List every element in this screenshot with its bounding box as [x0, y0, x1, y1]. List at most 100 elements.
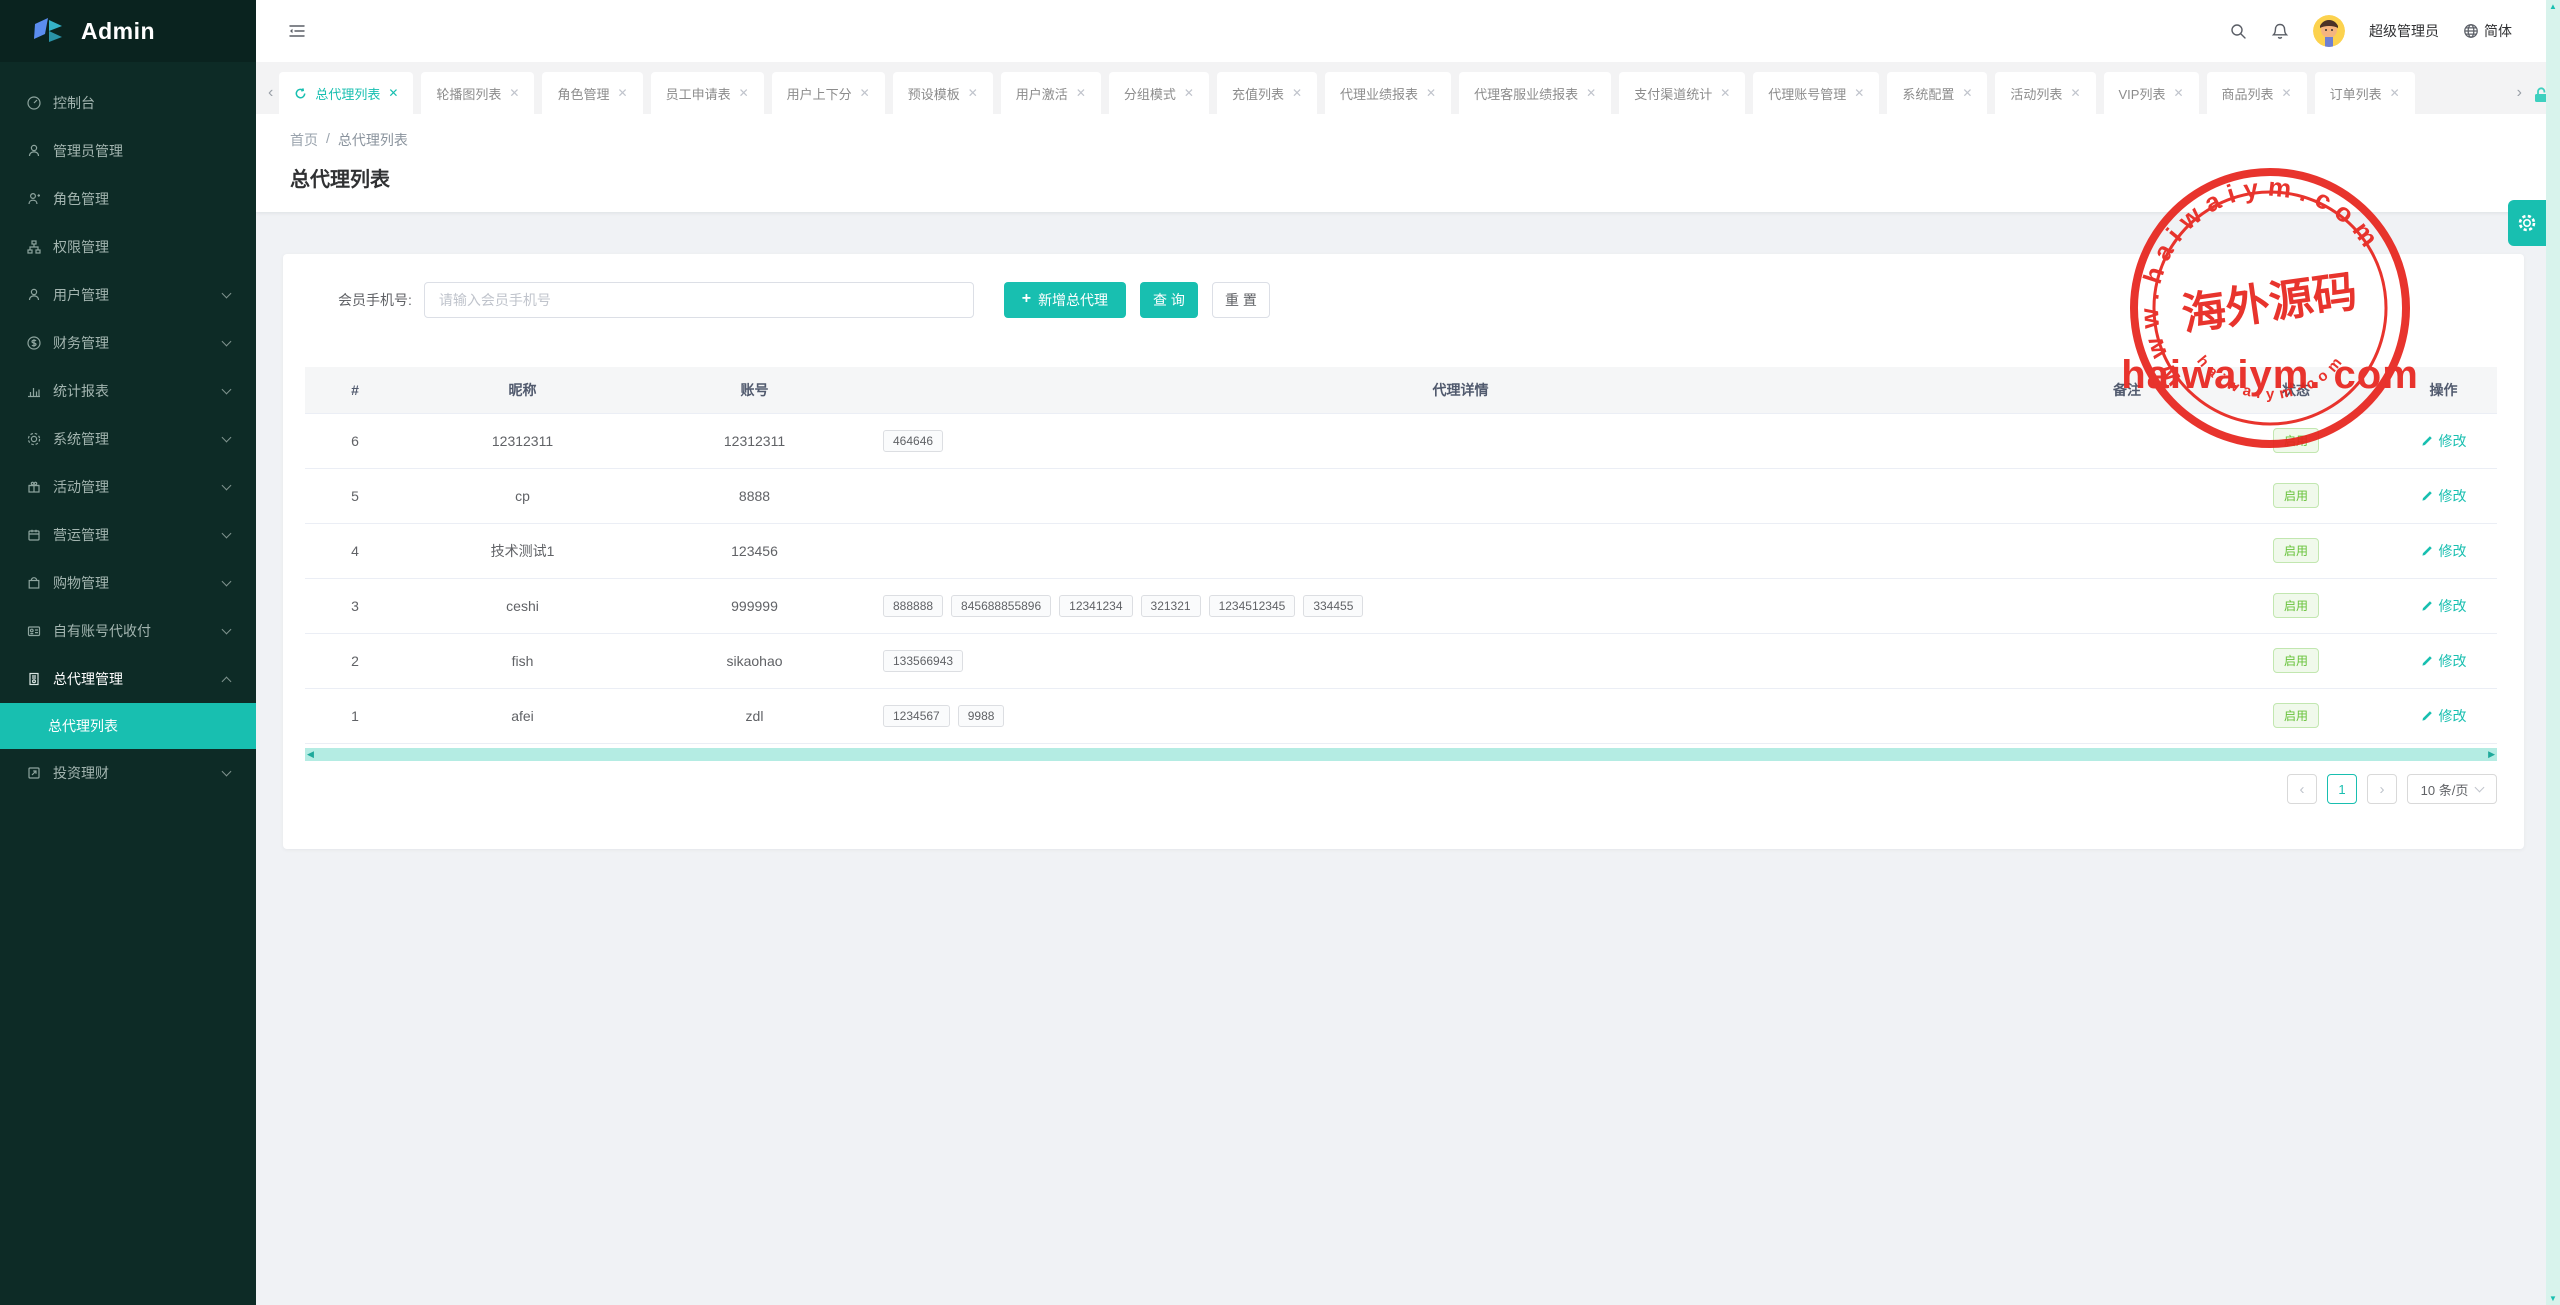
tab-agent-service-performance[interactable]: 代理客服业绩报表✕ — [1459, 72, 1611, 114]
language-switcher[interactable]: 简体 — [2463, 21, 2512, 41]
tab-user-activation[interactable]: 用户激活✕ — [1001, 72, 1101, 114]
sidebar-item-roles[interactable]: 角色管理 — [0, 175, 256, 223]
edit-button[interactable]: 修改 — [2421, 651, 2467, 671]
tab-user-updown[interactable]: 用户上下分✕ — [772, 72, 885, 114]
refresh-icon[interactable] — [294, 87, 307, 100]
close-icon[interactable]: ✕ — [1586, 86, 1596, 100]
sidebar: Admin 控制台 管理员管理 角色管理 权限管理 用户管理 财务管理 统计报表… — [0, 0, 256, 1305]
close-icon[interactable]: ✕ — [968, 86, 978, 100]
reset-button[interactable]: 重 置 — [1212, 282, 1270, 318]
search-icon[interactable] — [2229, 22, 2247, 40]
settings-fab[interactable] — [2508, 200, 2546, 246]
chevron-down-icon — [222, 767, 232, 777]
tab-vip-list[interactable]: VIP列表✕ — [2104, 72, 2199, 114]
sidebar-item-users[interactable]: 用户管理 — [0, 271, 256, 319]
edit-button[interactable]: 修改 — [2421, 431, 2467, 451]
sidebar-item-system[interactable]: 系统管理 — [0, 415, 256, 463]
edit-button[interactable]: 修改 — [2421, 541, 2467, 561]
edit-button[interactable]: 修改 — [2421, 596, 2467, 616]
menu-fold-icon[interactable] — [288, 22, 306, 40]
prev-page-button[interactable]: ‹ — [2287, 774, 2317, 804]
tab-activity-list[interactable]: 活动列表✕ — [1995, 72, 2095, 114]
sidebar-item-agent-management[interactable]: 总代理管理 — [0, 655, 256, 703]
agent-tag: 888888 — [883, 595, 943, 617]
bell-icon[interactable] — [2271, 22, 2289, 40]
scroll-left-icon[interactable]: ◀ — [307, 750, 314, 759]
pencil-icon — [2421, 709, 2434, 722]
edit-button[interactable]: 修改 — [2421, 706, 2467, 726]
next-page-button[interactable]: › — [2367, 774, 2397, 804]
chevron-down-icon — [222, 289, 232, 299]
tab-agent-performance[interactable]: 代理业绩报表✕ — [1325, 72, 1451, 114]
col-remark: 备注 — [2052, 367, 2202, 413]
tab-agent-accounts[interactable]: 代理账号管理✕ — [1753, 72, 1879, 114]
close-icon[interactable]: ✕ — [618, 86, 628, 100]
app-logo: Admin — [0, 0, 256, 62]
tab-product-list[interactable]: 商品列表✕ — [2207, 72, 2307, 114]
sidebar-item-permissions[interactable]: 权限管理 — [0, 223, 256, 271]
phone-input[interactable] — [424, 282, 974, 318]
chevron-down-icon — [222, 529, 232, 539]
tabs-scroll-left-icon[interactable]: ‹ — [262, 84, 279, 114]
close-icon[interactable]: ✕ — [739, 86, 749, 100]
close-icon[interactable]: ✕ — [1292, 86, 1302, 100]
sidebar-item-admins[interactable]: 管理员管理 — [0, 127, 256, 175]
scroll-up-icon[interactable]: ▲ — [2546, 2, 2560, 11]
pencil-icon — [2421, 434, 2434, 447]
tabs-scroll-right-icon[interactable]: › — [2511, 84, 2528, 114]
tab-system-config[interactable]: 系统配置✕ — [1887, 72, 1987, 114]
tab-role-management[interactable]: 角色管理✕ — [542, 72, 642, 114]
tab-order-list[interactable]: 订单列表✕ — [2315, 72, 2415, 114]
sidebar-subitem-agent-list[interactable]: 总代理列表 — [0, 703, 256, 749]
close-icon[interactable]: ✕ — [2282, 86, 2292, 100]
table-row: 5 cp 8888 启用 修改 — [305, 468, 2497, 523]
user-name[interactable]: 超级管理员 — [2369, 21, 2439, 41]
sidebar-item-operations[interactable]: 营运管理 — [0, 511, 256, 559]
tab-agent-list[interactable]: 总代理列表✕ — [279, 72, 413, 114]
chevron-down-icon — [2475, 782, 2485, 792]
sidebar-item-dashboard[interactable]: 控制台 — [0, 79, 256, 127]
close-icon[interactable]: ✕ — [2173, 86, 2183, 100]
user-icon — [26, 287, 42, 303]
scroll-right-icon[interactable]: ▶ — [2488, 750, 2495, 759]
sidebar-item-activities[interactable]: 活动管理 — [0, 463, 256, 511]
tab-banner-list[interactable]: 轮播图列表✕ — [421, 72, 534, 114]
edit-button[interactable]: 修改 — [2421, 486, 2467, 506]
search-button[interactable]: 查 询 — [1140, 282, 1198, 318]
status-badge: 启用 — [2273, 703, 2319, 728]
close-icon[interactable]: ✕ — [2390, 86, 2400, 100]
close-icon[interactable]: ✕ — [509, 86, 519, 100]
pencil-icon — [2421, 599, 2434, 612]
breadcrumb-home[interactable]: 首页 — [290, 130, 318, 150]
close-icon[interactable]: ✕ — [1426, 86, 1436, 100]
page-number-button[interactable]: 1 — [2327, 774, 2357, 804]
tab-payment-channel-stats[interactable]: 支付渠道统计✕ — [1619, 72, 1745, 114]
operation-icon — [26, 527, 42, 543]
avatar[interactable] — [2313, 15, 2345, 47]
col-nickname: 昵称 — [405, 367, 640, 413]
close-icon[interactable]: ✕ — [860, 86, 870, 100]
close-icon[interactable]: ✕ — [2070, 86, 2080, 100]
page-scrollbar[interactable]: ▲ ▼ — [2546, 0, 2560, 1305]
page-size-select[interactable]: 10 条/页 — [2407, 774, 2497, 804]
sidebar-item-investment[interactable]: 投资理财 — [0, 749, 256, 797]
sidebar-item-finance[interactable]: 财务管理 — [0, 319, 256, 367]
sidebar-item-shopping[interactable]: 购物管理 — [0, 559, 256, 607]
tab-employee-applications[interactable]: 员工申请表✕ — [651, 72, 764, 114]
horizontal-scrollbar[interactable]: ◀ ▶ — [305, 748, 2497, 761]
close-icon[interactable]: ✕ — [388, 86, 398, 100]
tab-group-mode[interactable]: 分组模式✕ — [1109, 72, 1209, 114]
status-badge: 启用 — [2273, 593, 2319, 618]
close-icon[interactable]: ✕ — [1076, 86, 1086, 100]
scroll-down-icon[interactable]: ▼ — [2546, 1294, 2560, 1303]
close-icon[interactable]: ✕ — [1854, 86, 1864, 100]
close-icon[interactable]: ✕ — [1720, 86, 1730, 100]
sidebar-item-reports[interactable]: 统计报表 — [0, 367, 256, 415]
tab-recharge-list[interactable]: 充值列表✕ — [1217, 72, 1317, 114]
sidebar-item-own-account[interactable]: 自有账号代收付 — [0, 607, 256, 655]
close-icon[interactable]: ✕ — [1962, 86, 1972, 100]
close-icon[interactable]: ✕ — [1184, 86, 1194, 100]
tab-preset-templates[interactable]: 预设模板✕ — [893, 72, 993, 114]
header-actions: 超级管理员 简体 — [2229, 15, 2512, 47]
add-agent-button[interactable]: +新增总代理 — [1004, 282, 1126, 318]
